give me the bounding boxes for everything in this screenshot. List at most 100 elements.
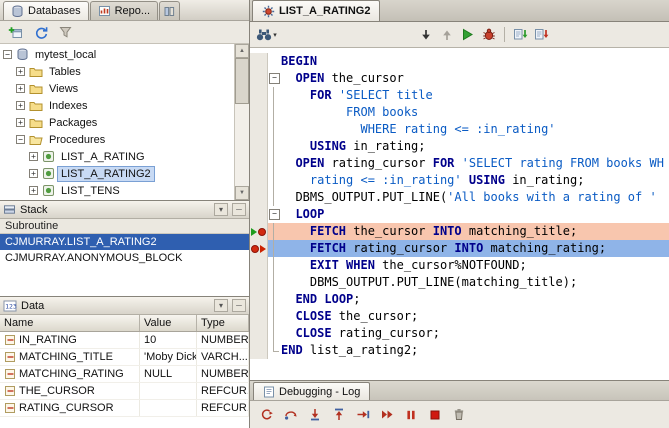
compile-for-debug-button[interactable] — [531, 25, 552, 45]
expand-box-icon[interactable]: + — [29, 152, 38, 161]
expand-box-icon[interactable]: + — [29, 169, 38, 178]
data-row[interactable]: MATCHING_RATING NULL NUMBER — [0, 366, 249, 383]
code-line-12[interactable]: FETCH rating_cursor INTO matching_rating… — [250, 240, 669, 257]
expand-box-icon[interactable]: + — [16, 67, 25, 76]
collapse-box-icon[interactable]: − — [3, 50, 12, 59]
scroll-up-icon[interactable]: ▲ — [235, 44, 249, 58]
code-line-17[interactable]: CLOSE rating_cursor; — [250, 325, 669, 342]
tab-list-a-rating2[interactable]: LIST_A_RATING2 — [252, 0, 381, 21]
code-line-4[interactable]: FROM books — [250, 104, 669, 121]
tree-scrollbar[interactable]: ▲ ▼ — [234, 44, 249, 200]
column-header-type[interactable]: Type — [197, 315, 249, 331]
code-line-7[interactable]: OPEN rating_cursor FOR 'SELECT rating FR… — [250, 155, 669, 172]
code-text: USING in_rating; — [309, 139, 426, 153]
line-gutter[interactable] — [250, 325, 268, 342]
line-gutter[interactable] — [250, 223, 268, 240]
line-gutter[interactable] — [250, 121, 268, 138]
line-gutter[interactable] — [250, 87, 268, 104]
tree-item-views[interactable]: + Views — [0, 80, 234, 97]
data-row[interactable]: MATCHING_TITLE 'Moby Dick' VARCH... — [0, 349, 249, 366]
line-gutter[interactable] — [250, 206, 268, 223]
code-line-8[interactable]: rating <= :in_rating' USING in_rating; — [250, 172, 669, 189]
code-line-13[interactable]: EXIT WHEN the_cursor%NOTFOUND; — [250, 257, 669, 274]
tab-databases[interactable]: Databases — [3, 1, 89, 20]
tree-item-list_a_rating2[interactable]: + LIST_A_RATING2 — [0, 165, 234, 182]
code-line-14[interactable]: DBMS_OUTPUT.PUT_LINE(matching_title); — [250, 274, 669, 291]
line-gutter[interactable] — [250, 138, 268, 155]
line-gutter[interactable] — [250, 155, 268, 172]
code-line-16[interactable]: CLOSE the_cursor; — [250, 308, 669, 325]
stack-menu-button[interactable]: ▾ — [214, 203, 228, 216]
navigate-next-button[interactable] — [415, 25, 436, 45]
find-execution-point-button[interactable] — [256, 405, 277, 425]
tree-item-indexes[interactable]: + Indexes — [0, 97, 234, 114]
step-to-end-button[interactable] — [352, 405, 373, 425]
scroll-down-icon[interactable]: ▼ — [235, 186, 249, 200]
line-gutter[interactable] — [250, 53, 268, 70]
terminate-button[interactable] — [424, 405, 445, 425]
expand-box-icon[interactable]: + — [16, 101, 25, 110]
code-editor[interactable]: BEGIN OPEN the_cursor FOR 'SELECT title … — [250, 48, 669, 380]
line-gutter[interactable] — [250, 172, 268, 189]
code-line-5[interactable]: WHERE rating <= :in_rating' — [250, 121, 669, 138]
line-gutter[interactable] — [250, 104, 268, 121]
code-line-6[interactable]: USING in_rating; — [250, 138, 669, 155]
scrollbar-thumb[interactable] — [235, 58, 249, 104]
code-line-3[interactable]: FOR 'SELECT title — [250, 87, 669, 104]
refresh-button[interactable] — [30, 22, 51, 42]
data-row[interactable]: RATING_CURSOR REFCUR... — [0, 400, 249, 417]
line-gutter[interactable] — [250, 342, 268, 359]
column-header-value[interactable]: Value — [140, 315, 197, 331]
pause-button[interactable] — [400, 405, 421, 425]
stack-frame[interactable]: CJMURRAY.LIST_A_RATING2 — [0, 234, 249, 250]
code-line-15[interactable]: END LOOP; — [250, 291, 669, 308]
tab-debugging-log[interactable]: Debugging - Log — [253, 382, 371, 400]
line-gutter[interactable] — [250, 70, 268, 87]
resume-button[interactable] — [376, 405, 397, 425]
code-line-1[interactable]: BEGIN — [250, 53, 669, 70]
step-over-button[interactable] — [280, 405, 301, 425]
step-out-button[interactable] — [328, 405, 349, 425]
line-gutter[interactable] — [250, 308, 268, 325]
data-menu-button[interactable]: ▾ — [214, 299, 228, 312]
compile-button[interactable] — [510, 25, 531, 45]
line-gutter[interactable] — [250, 257, 268, 274]
delete-button[interactable] — [448, 405, 469, 425]
code-line-9[interactable]: DBMS_OUTPUT.PUT_LINE('All books with a r… — [250, 189, 669, 206]
step-into-button[interactable] — [304, 405, 325, 425]
code-line-2[interactable]: OPEN the_cursor — [250, 70, 669, 87]
stack-minimize-button[interactable]: ─ — [232, 203, 246, 216]
find-button[interactable]: ▾ — [256, 25, 277, 45]
collapse-box-icon[interactable]: − — [16, 135, 25, 144]
line-gutter[interactable] — [250, 240, 268, 257]
tree-item-tables[interactable]: + Tables — [0, 63, 234, 80]
tree-item-list_tens[interactable]: + LIST_TENS — [0, 182, 234, 199]
tree-item-mytest_local[interactable]: − mytest_local — [0, 46, 234, 63]
code-line-18[interactable]: END list_a_rating2; — [250, 342, 669, 359]
code-line-11[interactable]: FETCH the_cursor INTO matching_title; — [250, 223, 669, 240]
add-connection-button[interactable] — [5, 22, 26, 42]
run-button[interactable] — [457, 25, 478, 45]
code-line-10[interactable]: LOOP — [250, 206, 669, 223]
line-gutter[interactable] — [250, 274, 268, 291]
fold-collapse-icon[interactable] — [268, 70, 281, 87]
expand-box-icon[interactable]: + — [29, 186, 38, 195]
stack-frame[interactable]: CJMURRAY.ANONYMOUS_BLOCK — [0, 250, 249, 266]
expand-box-icon[interactable]: + — [16, 118, 25, 127]
tree-item-packages[interactable]: + Packages — [0, 114, 234, 131]
line-gutter[interactable] — [250, 291, 268, 308]
data-minimize-button[interactable]: ─ — [232, 299, 246, 312]
fold-collapse-icon[interactable] — [268, 206, 281, 223]
data-row[interactable]: THE_CURSOR REFCUR... — [0, 383, 249, 400]
tab-panels[interactable] — [159, 1, 181, 20]
data-row[interactable]: IN_RATING 10 NUMBER — [0, 332, 249, 349]
tree-item-procedures[interactable]: − Procedures — [0, 131, 234, 148]
navigate-previous-button[interactable] — [436, 25, 457, 45]
filter-button[interactable] — [55, 22, 76, 42]
tab-reports[interactable]: Repo... — [89, 1, 159, 20]
line-gutter[interactable] — [250, 189, 268, 206]
debug-button[interactable] — [478, 25, 499, 45]
tree-item-list_a_rating[interactable]: + LIST_A_RATING — [0, 148, 234, 165]
expand-box-icon[interactable]: + — [16, 84, 25, 93]
column-header-name[interactable]: Name — [0, 315, 140, 331]
